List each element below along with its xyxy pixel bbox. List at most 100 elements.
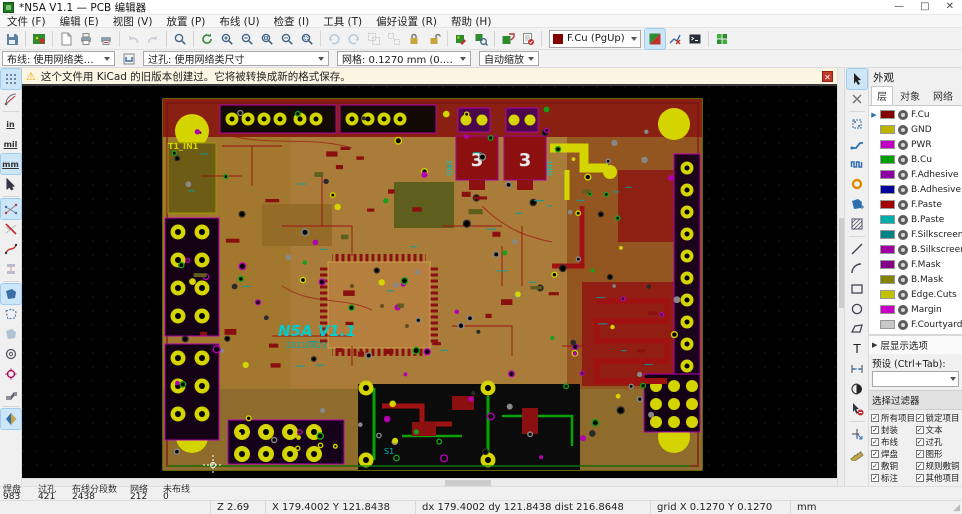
pcb-canvas[interactable]: 3 3 QM2 QM1	[22, 86, 837, 478]
tune-length-button[interactable]	[847, 154, 867, 174]
draw-polygon-button[interactable]	[847, 319, 867, 339]
grid-dots-button[interactable]	[1, 69, 21, 89]
curved-ratsnest-button[interactable]	[1, 239, 21, 259]
layer-color-swatch[interactable]	[880, 185, 895, 194]
layer-row-B.Paste[interactable]: B.Paste	[869, 212, 962, 227]
filter-文本[interactable]: ✓文本	[916, 424, 961, 435]
filter-所有项目[interactable]: ✓所有项目	[871, 412, 916, 423]
layer-color-swatch[interactable]	[880, 170, 895, 179]
layer-row-F.Adhesive[interactable]: F.Adhesive	[869, 167, 962, 182]
net-inspector-button[interactable]	[665, 29, 685, 49]
menu-item[interactable]: 放置 (P)	[159, 14, 212, 29]
rotate-ccw-button[interactable]	[324, 29, 344, 49]
route-tracks-button[interactable]	[847, 134, 867, 154]
checkbox-checked-icon[interactable]: ✓	[871, 474, 879, 482]
group-button[interactable]	[364, 29, 384, 49]
layer-color-swatch[interactable]	[880, 290, 895, 299]
visibility-eye-icon[interactable]	[898, 170, 908, 180]
checkbox-checked-icon[interactable]: ✓	[871, 414, 879, 422]
zoom-out-button[interactable]	[237, 29, 257, 49]
undo-button[interactable]	[123, 29, 143, 49]
visibility-eye-icon[interactable]	[898, 155, 908, 165]
maximize-button[interactable]: □	[920, 2, 929, 12]
visibility-eye-icon[interactable]	[898, 320, 908, 330]
layer-color-swatch[interactable]	[880, 200, 895, 209]
filter-规则敷铜[interactable]: ✓规则敷铜	[916, 460, 961, 471]
footprint-browser-button[interactable]	[471, 29, 491, 49]
visibility-eye-icon[interactable]	[898, 110, 908, 120]
layer-color-swatch[interactable]	[880, 260, 895, 269]
origin-marker-button[interactable]	[847, 379, 867, 399]
place-via-button[interactable]	[847, 174, 867, 194]
local-ratsnest-button[interactable]	[847, 114, 867, 134]
drc-check-button[interactable]	[518, 29, 538, 49]
visibility-eye-icon[interactable]	[898, 185, 908, 195]
page-settings-button[interactable]	[56, 29, 76, 49]
units-in-button[interactable]: in	[1, 114, 21, 134]
print-button[interactable]	[76, 29, 96, 49]
zone-filled-button[interactable]	[1, 284, 21, 304]
checkbox-checked-icon[interactable]: ✓	[871, 426, 879, 434]
tab-层[interactable]: 层	[871, 86, 893, 105]
plugins-button[interactable]	[712, 29, 732, 49]
redo-button[interactable]	[143, 29, 163, 49]
ratsnest-button[interactable]	[1, 199, 21, 219]
rotate-cw-button[interactable]	[344, 29, 364, 49]
draw-rectangle-button[interactable]	[847, 279, 867, 299]
minimize-button[interactable]: —	[894, 2, 904, 12]
update-pcb-button[interactable]	[498, 29, 518, 49]
layer-color-swatch[interactable]	[880, 140, 895, 149]
visibility-eye-icon[interactable]	[898, 245, 908, 255]
visibility-eye-icon[interactable]	[898, 215, 908, 225]
resize-grip[interactable]: ◢	[953, 503, 962, 513]
save-button[interactable]	[2, 29, 22, 49]
visibility-eye-icon[interactable]	[898, 260, 908, 270]
zoom-selection-button[interactable]	[297, 29, 317, 49]
draw-circle-button[interactable]	[847, 299, 867, 319]
layer-row-B.Cu[interactable]: B.Cu	[869, 152, 962, 167]
board-setup-button[interactable]	[29, 29, 49, 49]
visibility-eye-icon[interactable]	[898, 290, 908, 300]
refresh-button[interactable]	[197, 29, 217, 49]
add-text-button[interactable]: T	[847, 339, 867, 359]
measure-button[interactable]	[847, 444, 867, 464]
visibility-eye-icon[interactable]	[898, 275, 908, 285]
vertical-scrollbar[interactable]	[837, 68, 844, 486]
menu-item[interactable]: 文件 (F)	[0, 14, 53, 29]
zoom-dropdown[interactable]: 自动缩放	[479, 51, 539, 66]
tab-网络[interactable]: 网络	[927, 86, 959, 105]
checkbox-checked-icon[interactable]: ✓	[916, 414, 924, 422]
via-size-dropdown[interactable]: 过孔: 使用网络类尺寸	[143, 51, 329, 66]
checkbox-checked-icon[interactable]: ✓	[871, 450, 879, 458]
layer-color-swatch[interactable]	[880, 305, 895, 314]
drill-origin-button[interactable]	[847, 424, 867, 444]
zoom-fit-button[interactable]	[257, 29, 277, 49]
layer-row-F.Mask[interactable]: F.Mask	[869, 257, 962, 272]
checkbox-checked-icon[interactable]: ✓	[916, 450, 924, 458]
infobar-close-button[interactable]: ✕	[822, 71, 833, 82]
layer-row-PWR[interactable]: PWR	[869, 137, 962, 152]
hide-ratsnest-button[interactable]	[1, 219, 21, 239]
filter-图形[interactable]: ✓图形	[916, 448, 961, 459]
layer-selector-dropdown[interactable]: F.Cu (PgUp)	[549, 30, 641, 48]
checkbox-checked-icon[interactable]: ✓	[871, 438, 879, 446]
checkbox-checked-icon[interactable]: ✓	[916, 462, 924, 470]
layer-row-B.Silkscreen[interactable]: B.Silkscreen	[869, 242, 962, 257]
filter-其他项目[interactable]: ✓其他项目	[916, 472, 961, 483]
checkbox-checked-icon[interactable]: ✓	[871, 462, 879, 470]
layer-row-F.Cu[interactable]: ▶F.Cu	[869, 107, 962, 122]
layer-manager-button[interactable]	[645, 29, 665, 49]
clear-highlight-button[interactable]	[847, 89, 867, 109]
layer-color-swatch[interactable]	[880, 215, 895, 224]
visibility-eye-icon[interactable]	[898, 140, 908, 150]
visibility-eye-icon[interactable]	[898, 230, 908, 240]
zone-faded-button[interactable]	[1, 324, 21, 344]
menu-item[interactable]: 检查 (I)	[267, 14, 317, 29]
high-contrast-button[interactable]	[1, 409, 21, 429]
footprint-editor-button[interactable]	[451, 29, 471, 49]
filter-布线[interactable]: ✓布线	[871, 436, 916, 447]
layer-color-swatch[interactable]	[880, 275, 895, 284]
via-sketch-button[interactable]	[1, 364, 21, 384]
menu-item[interactable]: 布线 (U)	[212, 14, 266, 29]
checkbox-checked-icon[interactable]: ✓	[916, 474, 924, 482]
